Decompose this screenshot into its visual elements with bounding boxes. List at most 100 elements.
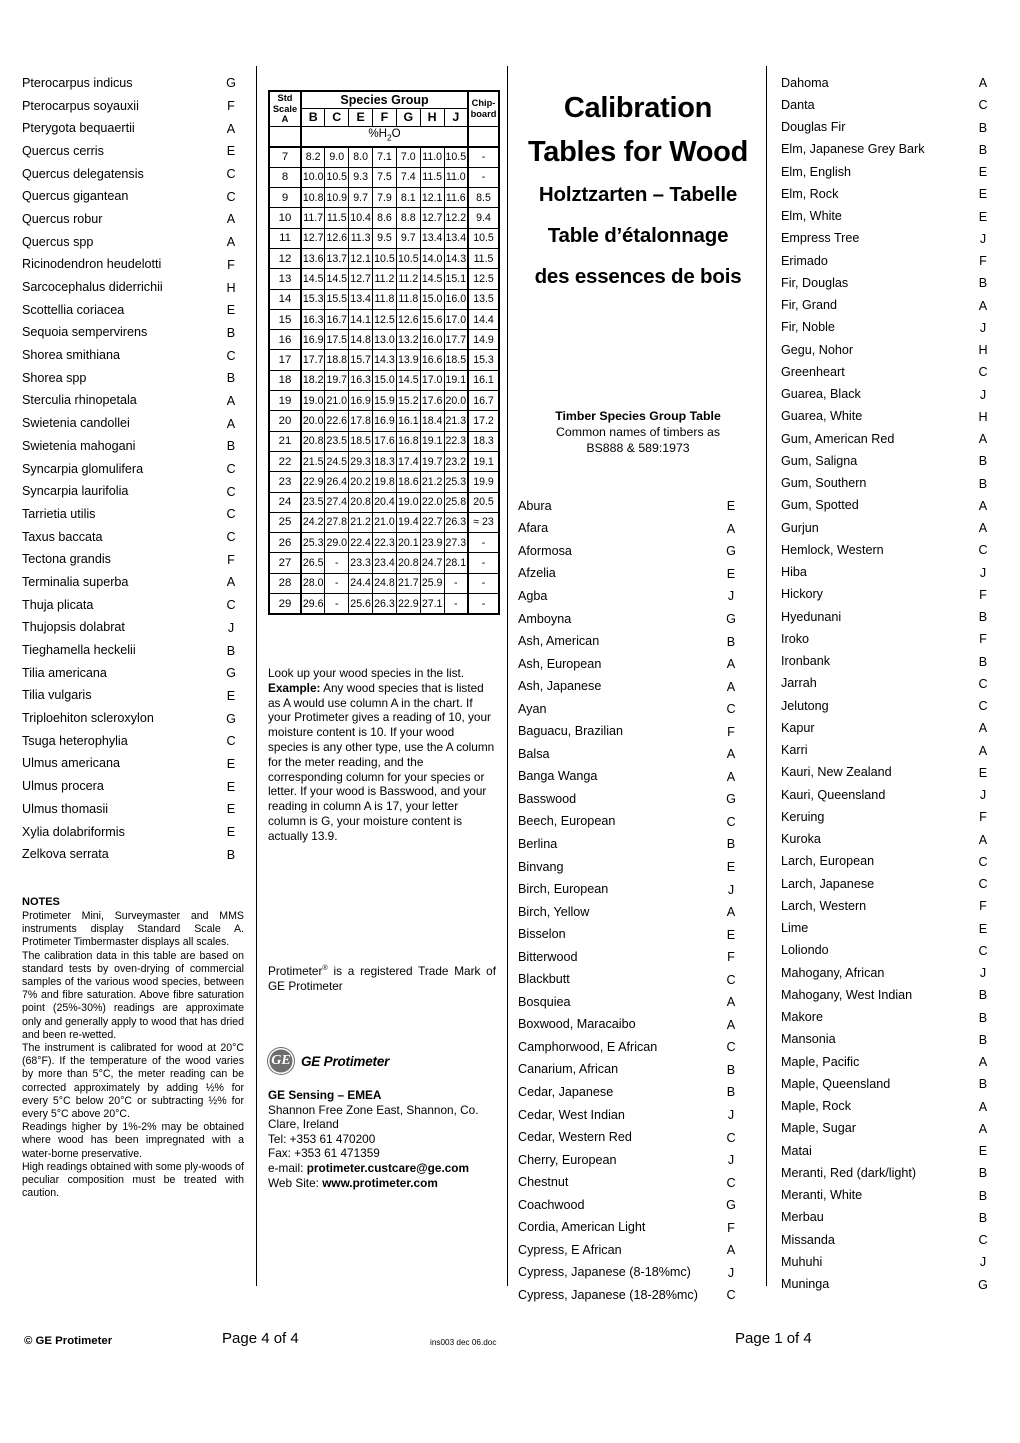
species-name: Syncarpia laurifolia [22, 484, 129, 499]
calibration-cell: 10.5 [372, 247, 397, 270]
footer-page-right: Page 1 of 4 [735, 1330, 812, 1347]
calibration-chipboard-value: 9.4 [467, 207, 500, 229]
species-group-letter: J [727, 882, 735, 897]
species-group-letter: G [726, 612, 736, 626]
calibration-cell: 13.2 [395, 329, 421, 351]
species-group-letter: B [226, 325, 236, 340]
column-divider-3 [766, 66, 767, 1286]
species-name: Hickory [781, 587, 823, 602]
species-group-letter: B [978, 1166, 988, 1181]
calibration-chipboard-value: 18.3 [467, 430, 500, 452]
species-group-letter: B [978, 1077, 988, 1092]
species-row: Maple, Queensland B [781, 1073, 996, 1095]
species-row: Mahogany, African J [781, 962, 996, 984]
calibration-cell: 27.3 [443, 532, 469, 554]
species-group-letter: E [226, 756, 236, 771]
species-name: Maple, Rock [781, 1099, 851, 1114]
species-group-letter: B [978, 654, 988, 669]
calibration-row: 16 16.9 17.5 14.8 13.0 13.2 16.0 17.7 14.9 [268, 329, 500, 351]
species-row: Dahoma A [781, 72, 996, 94]
species-name: Sequoia sempervirens [22, 325, 148, 340]
species-name: Triploehiton scleroxylon [22, 711, 154, 726]
calibration-cell: 14.1 [348, 308, 374, 331]
calibration-row: 18 18.2 19.7 16.3 15.0 14.5 17.0 19.1 16.1 [268, 369, 500, 392]
species-row: Baguacu, Brazilian F [518, 720, 744, 743]
title-line-4: Table d’étalonnage [547, 224, 729, 247]
calibration-cell: 13.4 [348, 288, 374, 310]
instructions-example-label: Example: [268, 680, 321, 695]
species-name: Fir, Grand [781, 298, 837, 313]
calibration-row: 24 23.5 27.4 20.8 20.4 19.0 22.0 25.8 20.5 [268, 491, 500, 513]
calibration-cell: 17.7 [300, 349, 326, 371]
species-row: Bisselon E [518, 923, 744, 946]
calibration-cell: 17.6 [419, 390, 445, 412]
calibration-cell: 24.5 [324, 450, 350, 473]
species-row: Keruing F [781, 806, 996, 828]
species-group-letter: C [226, 348, 236, 363]
calibration-cell: 22.3 [443, 430, 469, 452]
species-group-letter: J [979, 966, 987, 981]
calibration-chipboard-value: 14.4 [467, 308, 500, 331]
calibration-cell: 7.9 [372, 187, 397, 209]
species-name: Amboyna [518, 611, 572, 626]
species-group-letter: E [226, 825, 236, 840]
calibration-cell: 11.3 [348, 227, 374, 249]
species-name: Mahogany, African [781, 965, 885, 980]
species-group-letter: C [226, 507, 236, 522]
calibration-header-row-2: BCEFGHJ [269, 108, 499, 127]
calibration-cell: 26.5 [300, 552, 326, 574]
calibration-cell: 12.6 [324, 227, 350, 249]
species-group-letter: F [979, 810, 987, 825]
calibration-cell: 10.5 [324, 166, 350, 189]
units-blank-left [268, 125, 302, 148]
web-value[interactable]: www.protimeter.com [322, 1176, 438, 1190]
species-group-letter: J [727, 1265, 735, 1280]
species-group-letter: E [978, 765, 988, 780]
species-name: Makore [781, 1010, 823, 1025]
species-row: Scottellia coriacea E [22, 299, 244, 322]
subtitle-line-1: Timber Species Group Table [555, 409, 721, 423]
species-name: Ironbank [781, 654, 831, 669]
calibration-cell: 10.5 [443, 146, 469, 168]
calibration-row: 11 12.7 12.6 11.3 9.5 9.7 13.4 13.4 10.5 [268, 227, 500, 249]
ge-monogram-icon: GE [268, 1048, 294, 1074]
species-name: Empress Tree [781, 231, 860, 246]
calibration-cell: 24.4 [348, 572, 374, 595]
species-row: Blackbutt C [518, 968, 744, 991]
species-group-letter: A [978, 832, 988, 847]
calibration-cell: 25.3 [300, 532, 326, 554]
calibration-cell: 19.1 [419, 430, 445, 452]
calibration-cell: 14.5 [324, 268, 350, 290]
species-name: Lime [781, 921, 809, 936]
species-name: Berlina [518, 836, 558, 851]
calibration-cell: 12.7 [348, 268, 374, 290]
species-group-letter: E [726, 927, 736, 942]
species-name: Elm, English [781, 164, 851, 179]
species-name: Birch, European [518, 882, 609, 897]
species-group-letter: E [726, 499, 736, 514]
species-name: Bitterwood [518, 949, 578, 964]
calibration-cell: 8.0 [348, 146, 374, 168]
species-group-letter: C [726, 1040, 736, 1055]
species-name: Thuja plicata [22, 597, 94, 612]
species-row: Cordia, American Light F [518, 1217, 744, 1240]
species-group-letter: C [978, 676, 988, 691]
species-row: Maple, Sugar A [781, 1118, 996, 1140]
species-row: Coachwood G [518, 1194, 744, 1217]
calibration-cell: 20.1 [395, 532, 421, 554]
calibration-cell: 13.7 [324, 247, 350, 270]
calibration-cell: 23.5 [300, 491, 326, 513]
species-name: Aformosa [518, 543, 572, 558]
page-footer: © GE Protimeter Page 4 of 4 ins003 dec 0… [0, 1330, 1020, 1370]
species-row: Maple, Rock A [781, 1096, 996, 1118]
lookup-instructions: Look up your wood species in the list. E… [268, 666, 496, 844]
calibration-cell: 29.0 [324, 532, 350, 554]
species-name: Cordia, American Light [518, 1220, 646, 1235]
species-name: Cypress, Japanese (8-18%mc) [518, 1265, 691, 1280]
species-group-letter: B [978, 476, 988, 491]
calibration-row: 27 26.5-23.3 23.4 20.8 24.7 28.1- [268, 552, 500, 574]
calibration-scale-value: 7 [268, 146, 302, 168]
species-row: Basswood G [518, 788, 744, 811]
species-row: Cypress, Japanese (8-18%mc) J [518, 1262, 744, 1285]
email-value[interactable]: protimeter.custcare@ge.com [307, 1161, 469, 1175]
